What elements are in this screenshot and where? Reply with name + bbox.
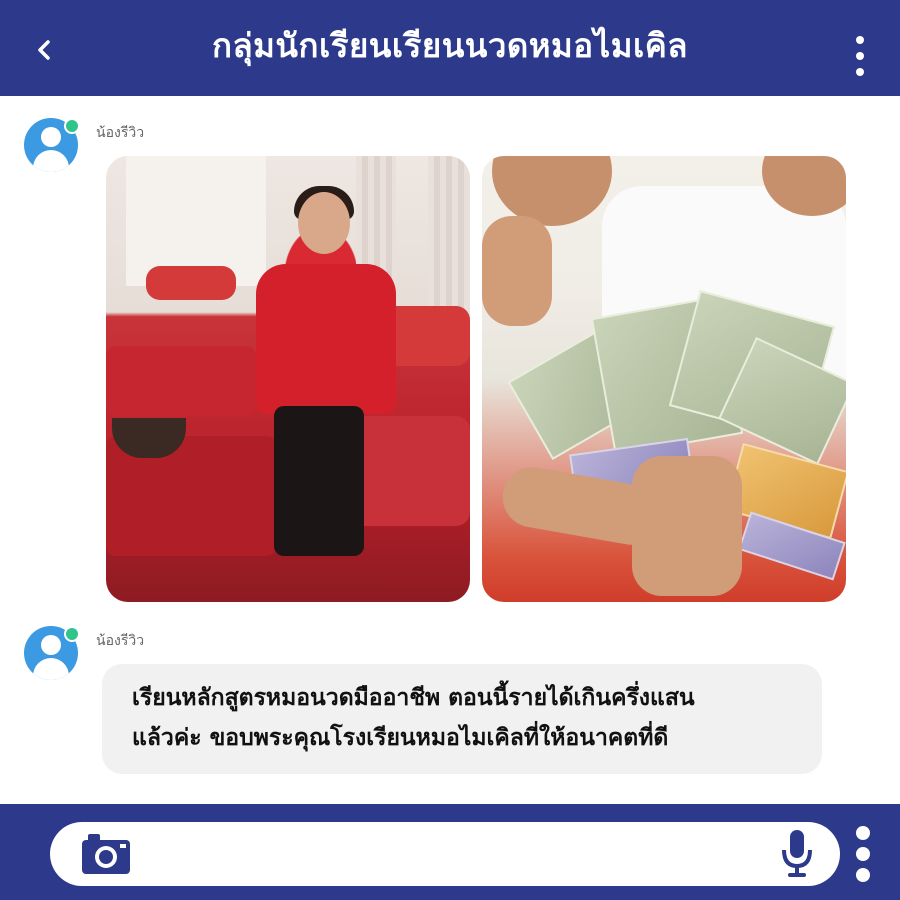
header-more-button[interactable] bbox=[848, 36, 872, 76]
more-vertical-icon bbox=[856, 36, 864, 44]
camera-icon bbox=[82, 834, 130, 874]
chat-title: กลุ่มนักเรียนเรียนนวดหมอไมเคิล bbox=[211, 26, 689, 65]
composer-more-button[interactable] bbox=[854, 826, 872, 882]
more-vertical-icon bbox=[856, 826, 870, 840]
online-status-dot bbox=[64, 118, 80, 134]
camera-button[interactable] bbox=[80, 832, 132, 876]
sender-name: น้องรีวิว bbox=[96, 125, 145, 141]
message-photo-money[interactable] bbox=[482, 156, 846, 602]
sender-name: น้องรีวิว bbox=[96, 633, 145, 649]
message-text-line: แล้วค่ะ ขอบพระคุณโรงเรียนหมอไมเคิลที่ให้… bbox=[132, 725, 669, 751]
message-photo-spa[interactable] bbox=[106, 156, 470, 602]
message-input[interactable] bbox=[50, 822, 840, 886]
chat-area: น้องรีวิว น้องรีวิว เรียนหลักสูตรหมอนวดม… bbox=[0, 96, 900, 804]
back-button[interactable] bbox=[28, 34, 60, 66]
microphone-icon bbox=[782, 830, 812, 877]
chevron-left-icon bbox=[38, 40, 50, 60]
chat-header: กลุ่มนักเรียนเรียนนวดหมอไมเคิล bbox=[0, 0, 900, 96]
message-bubble: เรียนหลักสูตรหมอนวดมืออาชีพ ตอนนี้รายได้… bbox=[102, 664, 822, 774]
composer-bar bbox=[0, 804, 900, 900]
online-status-dot bbox=[64, 626, 80, 642]
message-text-line: เรียนหลักสูตรหมอนวดมืออาชีพ ตอนนี้รายได้… bbox=[132, 685, 695, 711]
microphone-button[interactable] bbox=[780, 828, 814, 880]
